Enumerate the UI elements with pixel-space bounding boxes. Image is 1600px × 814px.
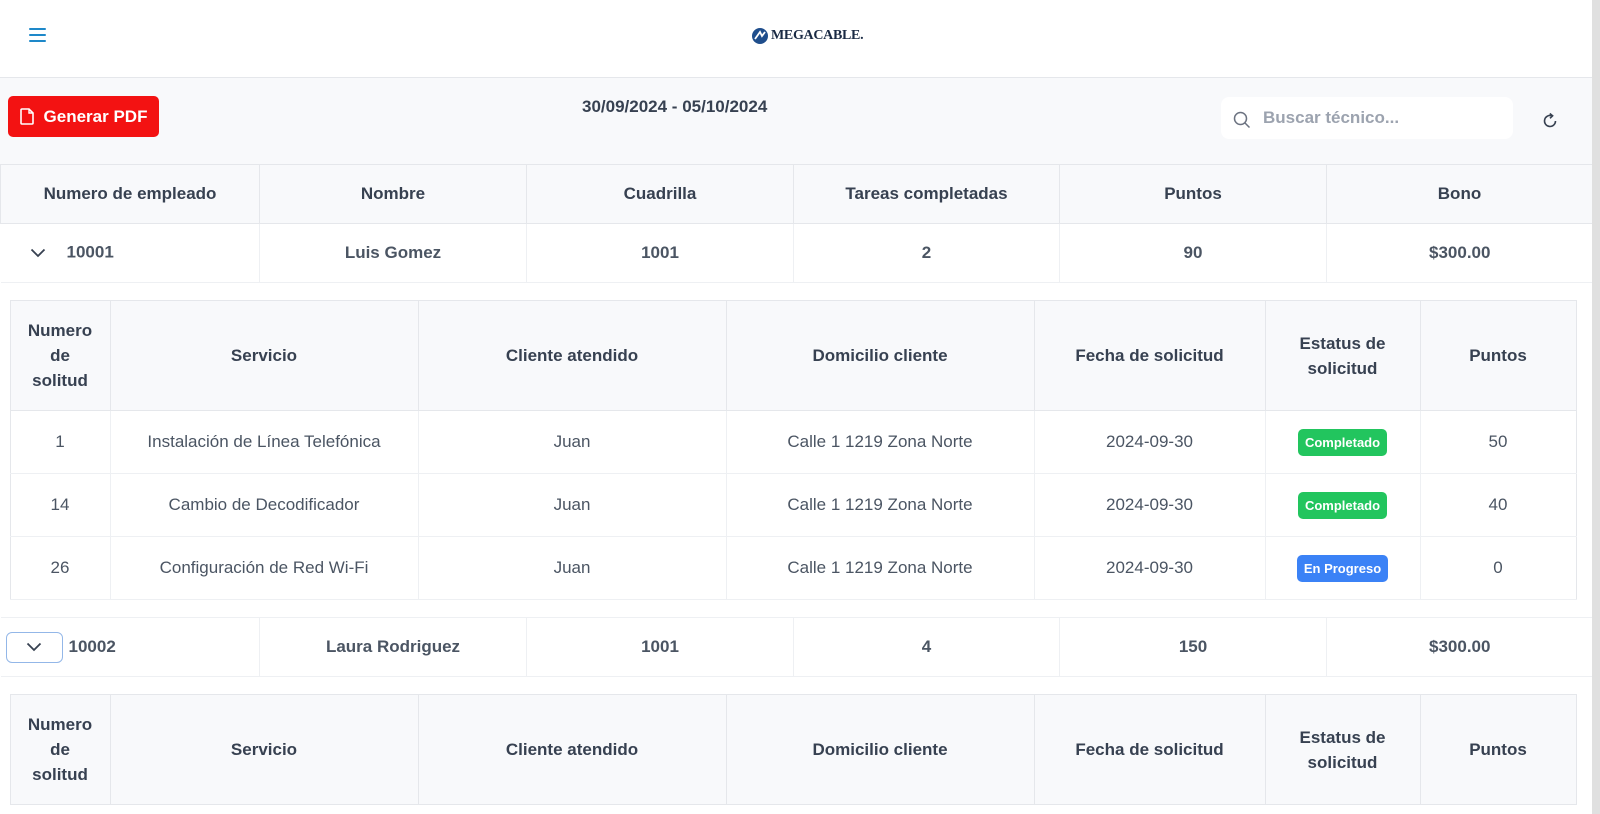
table-row: 14 Cambio de Decodificador Juan Calle 1 … [9, 473, 1577, 537]
service: Cambio de Decodificador [110, 473, 419, 537]
detail-container: Numero de solitud Servicio Cliente atendid… [0, 676, 1593, 814]
chevron-down-icon [26, 642, 42, 652]
status-badge: Completado [1297, 491, 1388, 519]
points: 50 [1420, 410, 1577, 474]
tasks-completed: 2 [793, 223, 1060, 283]
service: Instalación de Línea Telefónica [110, 410, 419, 474]
scrollbar-thumb[interactable] [1592, 0, 1600, 814]
request-date: 2024-09-30 [1034, 473, 1266, 537]
request-date: 2024-09-30 [1034, 536, 1266, 600]
megacable-logo: MEGACABLE. [751, 26, 864, 46]
technicians-table: Numero de empleado Nombre Cuadrilla Tare… [0, 164, 1593, 814]
client: Juan [418, 410, 727, 474]
column-header-points: Puntos [1419, 300, 1577, 411]
top-header: MEGACABLE. [0, 0, 1600, 78]
toolbar: Generar PDF 30/09/2024 - 05/10/2024 [0, 78, 1592, 164]
column-header-request-number: Numero de solitud [9, 300, 111, 411]
search-input[interactable] [1263, 97, 1503, 139]
column-header-service: Servicio [109, 300, 419, 411]
column-header-points: Puntos [1059, 164, 1327, 224]
tasks-completed: 4 [793, 617, 1060, 677]
employee-name: Laura Rodriguez [259, 617, 527, 677]
status-cell: En Progreso [1265, 536, 1421, 600]
table-header-row: Numero de empleado Nombre Cuadrilla Tare… [0, 164, 1593, 224]
detail-row: Numero de solitud Servicio Cliente atendid… [0, 282, 1593, 618]
column-header-tasks-completed: Tareas completadas [793, 164, 1060, 224]
detail-container: Numero de solitud Servicio Cliente atendid… [0, 282, 1593, 618]
employee-number-cell: 10002 [0, 617, 260, 677]
status-cell: Completado [1265, 473, 1421, 537]
column-header-name: Nombre [259, 164, 527, 224]
refresh-icon[interactable] [1540, 111, 1560, 131]
status-badge: En Progreso [1296, 554, 1389, 582]
column-header-address: Domicilio cliente [725, 694, 1035, 805]
search-icon [1233, 111, 1251, 129]
crew: 1001 [526, 223, 794, 283]
logo-text: MEGACABLE. [771, 28, 864, 43]
date-range: 30/09/2024 - 05/10/2024 [582, 97, 768, 116]
employee-number: 10002 [68, 636, 116, 656]
column-header-points: Puntos [1419, 694, 1577, 805]
column-header-client: Cliente atendido [417, 694, 727, 805]
points: 40 [1420, 473, 1577, 537]
points: 0 [1420, 536, 1577, 600]
generate-pdf-label: Generar PDF [43, 106, 148, 126]
sub-table-header-row: Numero de solitud Servicio Cliente atendid… [9, 694, 1577, 805]
column-header-request-status: Estatus de solicitud [1264, 300, 1421, 411]
pdf-file-icon [19, 108, 34, 125]
column-header-crew: Cuadrilla [526, 164, 794, 224]
client: Juan [418, 536, 727, 600]
requests-table: Numero de solitud Servicio Cliente atendid… [9, 300, 1577, 600]
employee-number: 10001 [66, 242, 114, 262]
address: Calle 1 1219 Zona Norte [726, 473, 1035, 537]
column-header-request-date: Fecha de solicitud [1033, 694, 1266, 805]
column-header-address: Domicilio cliente [725, 300, 1035, 411]
bonus: $300.00 [1326, 617, 1593, 677]
employee-number-cell: 10001 [0, 223, 260, 283]
column-header-service: Servicio [109, 694, 419, 805]
generate-pdf-button[interactable]: Generar PDF [8, 96, 159, 137]
employee-name: Luis Gomez [259, 223, 527, 283]
client: Juan [418, 473, 727, 537]
table-row[interactable]: 10001 Luis Gomez 1001 2 90 $300.00 [0, 223, 1593, 283]
column-header-bonus: Bono [1326, 164, 1593, 224]
column-header-employee-number: Numero de empleado [0, 164, 260, 224]
table-row: 26 Configuración de Red Wi-Fi Juan Calle… [9, 536, 1577, 600]
request-number: 26 [9, 536, 111, 600]
expand-row-button[interactable] [5, 631, 63, 663]
address: Calle 1 1219 Zona Norte [726, 536, 1035, 600]
column-header-request-status: Estatus de solicitud [1264, 694, 1421, 805]
logo-globe-icon [752, 28, 768, 44]
request-number: 14 [9, 473, 111, 537]
status-badge: Completado [1297, 428, 1388, 456]
status-cell: Completado [1265, 410, 1421, 474]
sub-table-header-row: Numero de solitud Servicio Cliente atendid… [9, 300, 1577, 411]
bonus: $300.00 [1326, 223, 1593, 283]
points: 90 [1059, 223, 1327, 283]
table-row[interactable]: 10002 Laura Rodriguez 1001 4 150 $300.00 [0, 617, 1593, 677]
column-header-client: Cliente atendido [417, 300, 727, 411]
column-header-request-number: Numero de solitud [9, 694, 111, 805]
vertical-scrollbar[interactable] [1592, 0, 1600, 814]
service: Configuración de Red Wi-Fi [110, 536, 419, 600]
points: 150 [1059, 617, 1327, 677]
detail-row: Numero de solitud Servicio Cliente atendid… [0, 676, 1593, 814]
request-date: 2024-09-30 [1034, 410, 1266, 474]
chevron-down-icon [30, 248, 45, 258]
search-box [1221, 97, 1513, 139]
crew: 1001 [526, 617, 794, 677]
requests-table: Numero de solitud Servicio Cliente atendid… [9, 694, 1577, 805]
request-number: 1 [9, 410, 111, 474]
column-header-request-date: Fecha de solicitud [1033, 300, 1266, 411]
table-row: 1 Instalación de Línea Telefónica Juan C… [9, 410, 1577, 474]
hamburger-menu-icon[interactable] [27, 26, 49, 46]
address: Calle 1 1219 Zona Norte [726, 410, 1035, 474]
expand-row-button[interactable] [25, 240, 51, 266]
